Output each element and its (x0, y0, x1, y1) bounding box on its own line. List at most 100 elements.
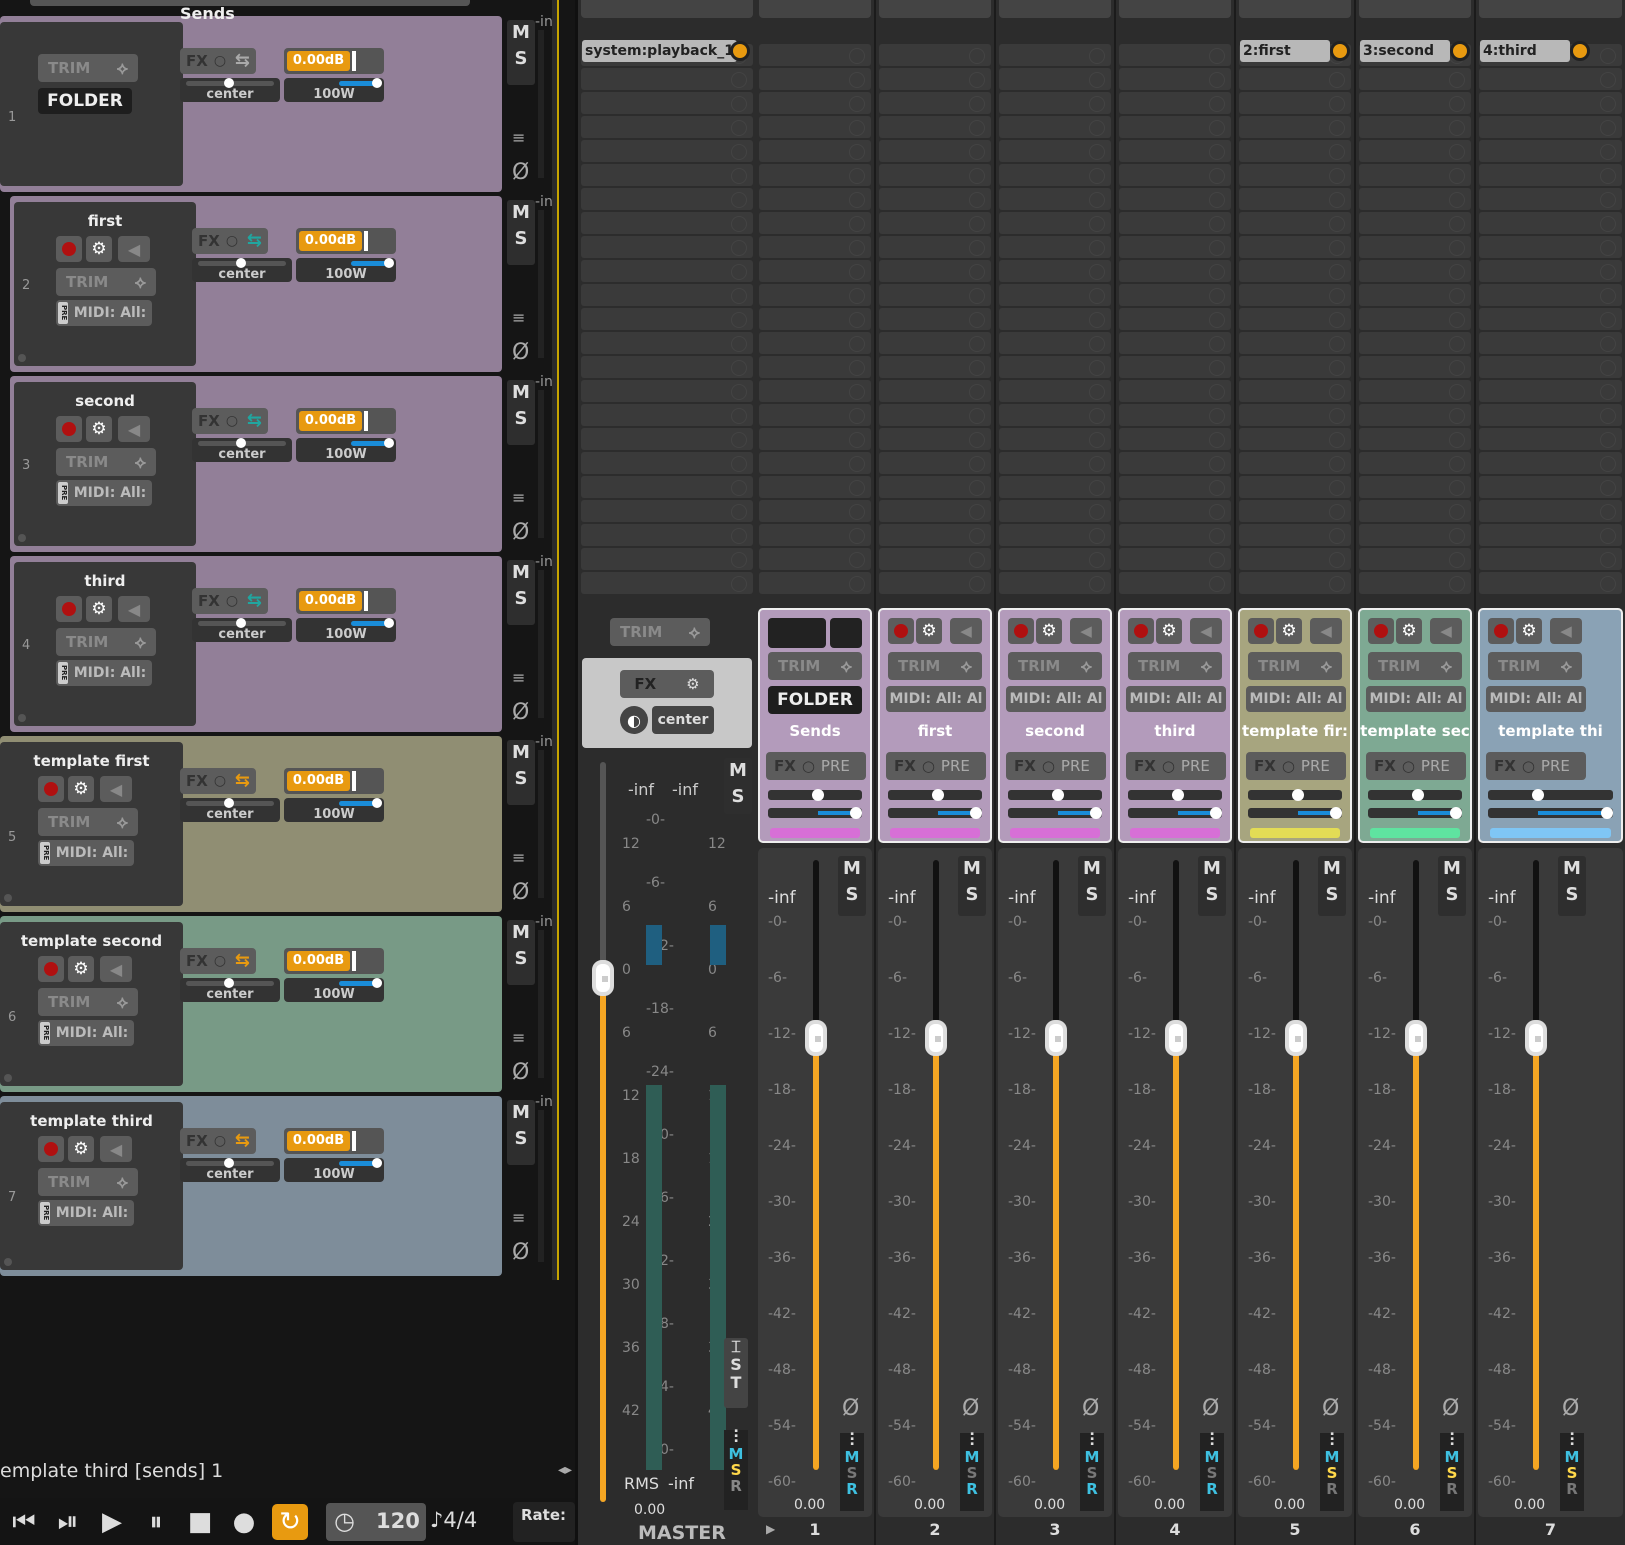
record-arm-button[interactable] (1128, 618, 1154, 644)
io-slot[interactable] (879, 212, 991, 234)
io-slot[interactable] (879, 44, 991, 66)
io-slot[interactable] (581, 116, 753, 138)
fader-thumb[interactable] (1045, 1020, 1067, 1056)
speaker-icon[interactable]: ◀ (1550, 618, 1582, 644)
fx-pre-button[interactable]: FX ○ PRE (766, 752, 866, 780)
speaker-icon[interactable]: ◀ (100, 956, 132, 982)
io-slot[interactable] (1479, 260, 1622, 282)
play-range-icon[interactable]: ⏯ (50, 1504, 86, 1540)
phase-invert-icon[interactable]: Ø (512, 520, 529, 545)
io-slot[interactable] (1479, 572, 1622, 594)
io-slot[interactable] (581, 524, 753, 546)
phase-invert-icon[interactable]: Ø (512, 880, 529, 905)
automation-icon[interactable]: ≡ (512, 490, 532, 518)
io-slot[interactable] (1239, 356, 1351, 378)
io-slot[interactable] (581, 212, 753, 234)
solo-button[interactable]: S (1198, 882, 1226, 908)
track-1[interactable]: TRIM ⟡ FOLDER 1 Sends FX ○ ⇆ 0.00dB center 100W (0, 4, 502, 192)
pan-slider[interactable]: center (192, 438, 292, 462)
io-slot[interactable] (581, 164, 753, 186)
io-slot[interactable] (879, 236, 991, 258)
io-slot[interactable] (581, 428, 753, 450)
gear-icon[interactable]: ⚙ (1156, 618, 1182, 644)
io-slot[interactable] (581, 308, 753, 330)
io-slot[interactable] (1359, 116, 1471, 138)
io-slot[interactable] (999, 476, 1111, 498)
msr-r[interactable]: R (960, 1481, 984, 1497)
io-slot[interactable] (999, 164, 1111, 186)
gain-control[interactable]: 0.00dB (284, 1128, 384, 1154)
solo-button[interactable]: S (507, 946, 535, 972)
gain-control[interactable]: 0.00dB (284, 948, 384, 974)
track-6[interactable]: template second ⚙ ◀ TRIM ⟡ PRE MIDI: All: 6 FX ○ ⇆… (0, 916, 502, 1092)
track-7[interactable]: template third ⚙ ◀ TRIM ⟡ PRE MIDI: All: 7 FX ○ ⇆ 0… (0, 1096, 502, 1276)
strip-name[interactable]: second (1000, 722, 1110, 740)
io-slot[interactable] (879, 284, 991, 306)
midi-input-button[interactable]: PRE MIDI: All: (56, 300, 152, 326)
io-slot[interactable] (879, 548, 991, 570)
mute-button[interactable]: M (1438, 856, 1466, 882)
io-slot[interactable] (1239, 500, 1351, 522)
midi-input-button[interactable]: PRE MIDI: All: (38, 1020, 134, 1046)
msr-r[interactable]: R (1320, 1481, 1344, 1497)
trim-button[interactable]: TRIM ⟡ (1128, 652, 1222, 680)
io-slot[interactable] (999, 308, 1111, 330)
io-slot[interactable] (1119, 380, 1231, 402)
track-name[interactable]: template first (0, 752, 183, 770)
io-slot[interactable] (1239, 380, 1351, 402)
io-slot[interactable] (759, 68, 871, 90)
io-slot[interactable] (879, 380, 991, 402)
io-slot[interactable] (1239, 164, 1351, 186)
io-slot[interactable] (879, 356, 991, 378)
io-slot[interactable] (999, 68, 1111, 90)
msr-m[interactable]: M (840, 1449, 864, 1465)
trim-button[interactable]: TRIM ⟡ (1008, 652, 1102, 680)
port-knob[interactable] (1450, 41, 1470, 61)
io-slot[interactable] (581, 404, 753, 426)
play-icon[interactable]: ▶ (94, 1504, 130, 1540)
midi-input-button[interactable]: MIDI: All: Al (1366, 686, 1466, 712)
pan-slider[interactable] (1488, 789, 1613, 801)
mixer-icon[interactable]: ⫶ (1080, 1432, 1104, 1450)
pause-icon[interactable]: ⏸ (138, 1504, 174, 1540)
io-slot[interactable] (759, 524, 871, 546)
io-slot[interactable] (1359, 380, 1471, 402)
strip-name[interactable]: template sec (1360, 722, 1470, 740)
io-slot[interactable] (1359, 92, 1471, 114)
solo-button[interactable]: S (958, 882, 986, 908)
io-slot[interactable] (1479, 548, 1622, 570)
io-slot[interactable] (1359, 236, 1471, 258)
trim-button[interactable]: TRIM ⟡ (38, 54, 138, 82)
io-slot[interactable] (999, 284, 1111, 306)
speaker-icon[interactable]: ◀ (100, 1136, 132, 1162)
strip-name[interactable]: template fir: (1240, 722, 1350, 740)
gain-control[interactable]: 0.00dB (296, 228, 396, 254)
io-slot[interactable] (759, 308, 871, 330)
io-slot[interactable] (759, 428, 871, 450)
msr-s[interactable]: S (1080, 1465, 1104, 1481)
io-slot[interactable] (999, 524, 1111, 546)
pan-slider[interactable]: center (192, 258, 292, 282)
io-slot[interactable] (1479, 236, 1622, 258)
trim-button[interactable]: TRIM ⟡ (56, 268, 156, 296)
io-slot[interactable] (1479, 428, 1622, 450)
io-slot[interactable] (1119, 140, 1231, 162)
midi-input-button[interactable]: PRE MIDI: All: (56, 480, 152, 506)
phase-invert-icon[interactable]: Ø (1562, 1396, 1579, 1421)
io-slot[interactable] (1479, 500, 1622, 522)
record-arm-button[interactable] (38, 776, 64, 802)
io-slot[interactable] (1239, 308, 1351, 330)
tracks-top-scroll[interactable] (30, 0, 470, 6)
io-slot[interactable] (759, 140, 871, 162)
io-slot[interactable] (1119, 92, 1231, 114)
automation-icon[interactable]: ≡ (512, 850, 532, 878)
width-slider[interactable]: 100W (284, 1158, 384, 1182)
io-slot[interactable] (1359, 548, 1471, 570)
msr-m[interactable]: M (1440, 1449, 1464, 1465)
io-slot[interactable] (1239, 332, 1351, 354)
io-slot[interactable] (999, 92, 1111, 114)
io-slot[interactable] (1479, 308, 1622, 330)
record-arm-button[interactable] (1368, 618, 1394, 644)
io-slot[interactable] (759, 380, 871, 402)
width-slider[interactable]: 100W (284, 798, 384, 822)
